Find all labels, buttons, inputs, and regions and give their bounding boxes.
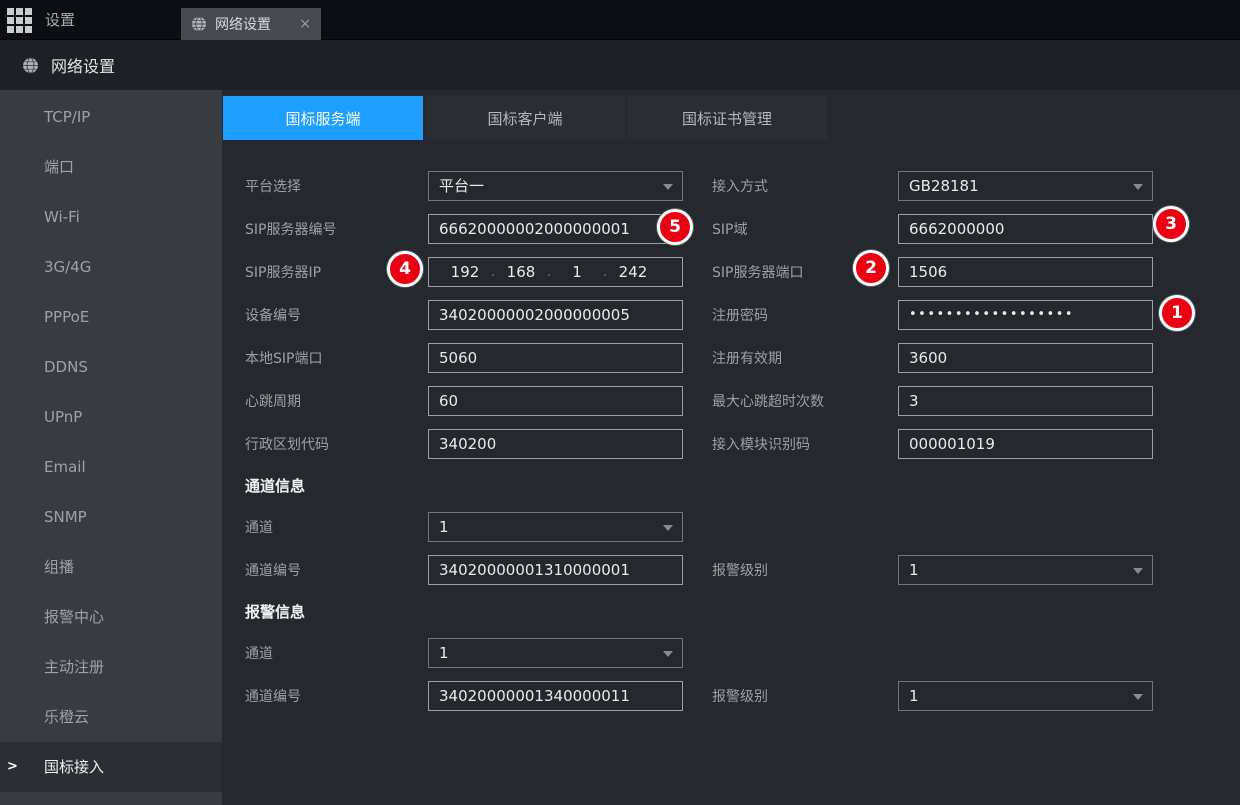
alarm-level2-select[interactable]: 1: [898, 681, 1153, 711]
channel-select[interactable]: 1: [428, 512, 683, 542]
sidebar-nav: TCP/IP 端口 Wi-Fi 3G/4G PPPoE DDNS UPnP Em…: [0, 90, 222, 805]
close-tab-icon[interactable]: ×: [299, 17, 311, 31]
sip-domain-input[interactable]: [898, 214, 1153, 244]
sidebar-item-alarm-center[interactable]: 报警中心: [0, 592, 222, 642]
sidebar-item-multicast[interactable]: 组播: [0, 542, 222, 592]
platform-select[interactable]: 平台一: [428, 171, 683, 201]
tab-gb-client[interactable]: 国标客户端: [425, 96, 625, 140]
globe-icon: [22, 57, 39, 74]
chevron-down-icon: [663, 525, 673, 531]
top-window-bar: 设置 网络设置 ×: [0, 0, 1240, 40]
page-header: 网络设置: [0, 40, 1240, 90]
channel-id-input[interactable]: [428, 555, 683, 585]
gb-tab-bar: 国标服务端 国标客户端 国标证书管理: [223, 96, 829, 140]
chevron-down-icon: [663, 184, 673, 190]
channel-select-value: 1: [439, 518, 449, 536]
content-panel: 国标服务端 国标客户端 国标证书管理 平台选择 平台一 接入方式 GB28181: [222, 90, 1240, 805]
alarm-level2-label: 报警级别: [712, 686, 898, 706]
sip-server-id-label: SIP服务器编号: [245, 219, 428, 239]
tab-gb-cert-management[interactable]: 国标证书管理: [627, 96, 827, 140]
sidebar-item-ddns[interactable]: DDNS: [0, 342, 222, 392]
register-password-label: 注册密码: [712, 305, 898, 325]
ip-dot: .: [487, 265, 499, 279]
register-password-input[interactable]: [898, 300, 1153, 330]
sip-server-port-input[interactable]: [898, 257, 1153, 287]
apps-grid-icon[interactable]: [7, 8, 32, 33]
alarm-channel-id-input[interactable]: [428, 681, 683, 711]
sip-domain-label: SIP域: [712, 219, 898, 239]
home-tab-settings[interactable]: 设置: [45, 0, 75, 40]
ip-dot: .: [543, 265, 555, 279]
alarm-level-select[interactable]: 1: [898, 555, 1153, 585]
platform-label: 平台选择: [245, 176, 428, 196]
doc-tab-label: 网络设置: [215, 14, 271, 34]
platform-select-value: 平台一: [439, 175, 484, 196]
access-module-id-input[interactable]: [898, 429, 1153, 459]
sidebar-item-upnp[interactable]: UPnP: [0, 392, 222, 442]
sidebar-item-pppoe[interactable]: PPPoE: [0, 292, 222, 342]
ip-octet-4[interactable]: 242: [611, 263, 655, 281]
max-heartbeat-timeout-input[interactable]: [898, 386, 1153, 416]
chevron-down-icon: [1133, 184, 1143, 190]
sidebar-item-email[interactable]: Email: [0, 442, 222, 492]
admin-region-code-label: 行政区划代码: [245, 434, 428, 454]
chevron-down-icon: [1133, 568, 1143, 574]
chevron-down-icon: [663, 651, 673, 657]
access-mode-select-value: GB28181: [909, 177, 979, 195]
alarm-channel-id-label: 通道编号: [245, 686, 428, 706]
alarm-channel-select[interactable]: 1: [428, 638, 683, 668]
ip-octet-2[interactable]: 168: [499, 263, 543, 281]
access-module-id-label: 接入模块识别码: [712, 434, 898, 454]
globe-icon: [191, 16, 207, 32]
alarm-channel-label: 通道: [245, 643, 428, 663]
register-validity-label: 注册有效期: [712, 348, 898, 368]
doc-tab-network-settings[interactable]: 网络设置 ×: [181, 8, 321, 40]
annotation-badge-1: 1: [1159, 295, 1195, 331]
sidebar-item-tcpip[interactable]: TCP/IP: [0, 92, 222, 142]
alarm-info-heading: 报警信息: [245, 601, 305, 622]
sidebar-item-lechange-cloud[interactable]: 乐橙云: [0, 692, 222, 742]
sidebar-item-port[interactable]: 端口: [0, 142, 222, 192]
gb-server-form: 平台选择 平台一 接入方式 GB28181 SIP服务器编号 SIP域: [222, 164, 1240, 717]
chevron-down-icon: [1133, 694, 1143, 700]
ip-octet-1[interactable]: 192: [443, 263, 487, 281]
annotation-badge-2: 2: [853, 250, 889, 286]
sidebar-item-label: 国标接入: [44, 758, 104, 776]
ip-octet-3[interactable]: 1: [555, 263, 599, 281]
access-mode-select[interactable]: GB28181: [898, 171, 1153, 201]
alarm-channel-select-value: 1: [439, 644, 449, 662]
alarm-level-select-value: 1: [909, 561, 919, 579]
ip-dot: .: [599, 265, 611, 279]
tab-gb-server[interactable]: 国标服务端: [223, 96, 423, 140]
access-mode-label: 接入方式: [712, 176, 898, 196]
sidebar-item-auto-register[interactable]: 主动注册: [0, 642, 222, 692]
heartbeat-period-label: 心跳周期: [245, 391, 428, 411]
channel-label: 通道: [245, 517, 428, 537]
sip-server-ip-input[interactable]: 192 . 168 . 1 . 242: [428, 257, 683, 287]
channel-id-label: 通道编号: [245, 560, 428, 580]
device-id-input[interactable]: [428, 300, 683, 330]
heartbeat-period-input[interactable]: [428, 386, 683, 416]
alarm-level2-select-value: 1: [909, 687, 919, 705]
annotation-badge-4: 4: [387, 251, 423, 287]
sidebar-item-wifi[interactable]: Wi-Fi: [0, 192, 222, 242]
sip-server-id-input[interactable]: [428, 214, 683, 244]
sidebar-item-3g4g[interactable]: 3G/4G: [0, 242, 222, 292]
channel-info-heading: 通道信息: [245, 475, 305, 496]
chevron-right-icon: >: [7, 742, 18, 792]
local-sip-port-input[interactable]: [428, 343, 683, 373]
local-sip-port-label: 本地SIP端口: [245, 348, 428, 368]
admin-region-code-input[interactable]: [428, 429, 683, 459]
page-title: 网络设置: [51, 53, 115, 77]
annotation-badge-3: 3: [1153, 206, 1189, 242]
sidebar-item-snmp[interactable]: SNMP: [0, 492, 222, 542]
alarm-level-label: 报警级别: [712, 560, 898, 580]
annotation-badge-5: 5: [657, 209, 693, 245]
sidebar-item-gb28181-access[interactable]: > 国标接入: [0, 742, 222, 792]
register-validity-input[interactable]: [898, 343, 1153, 373]
device-id-label: 设备编号: [245, 305, 428, 325]
max-heartbeat-timeout-label: 最大心跳超时次数: [712, 391, 898, 411]
